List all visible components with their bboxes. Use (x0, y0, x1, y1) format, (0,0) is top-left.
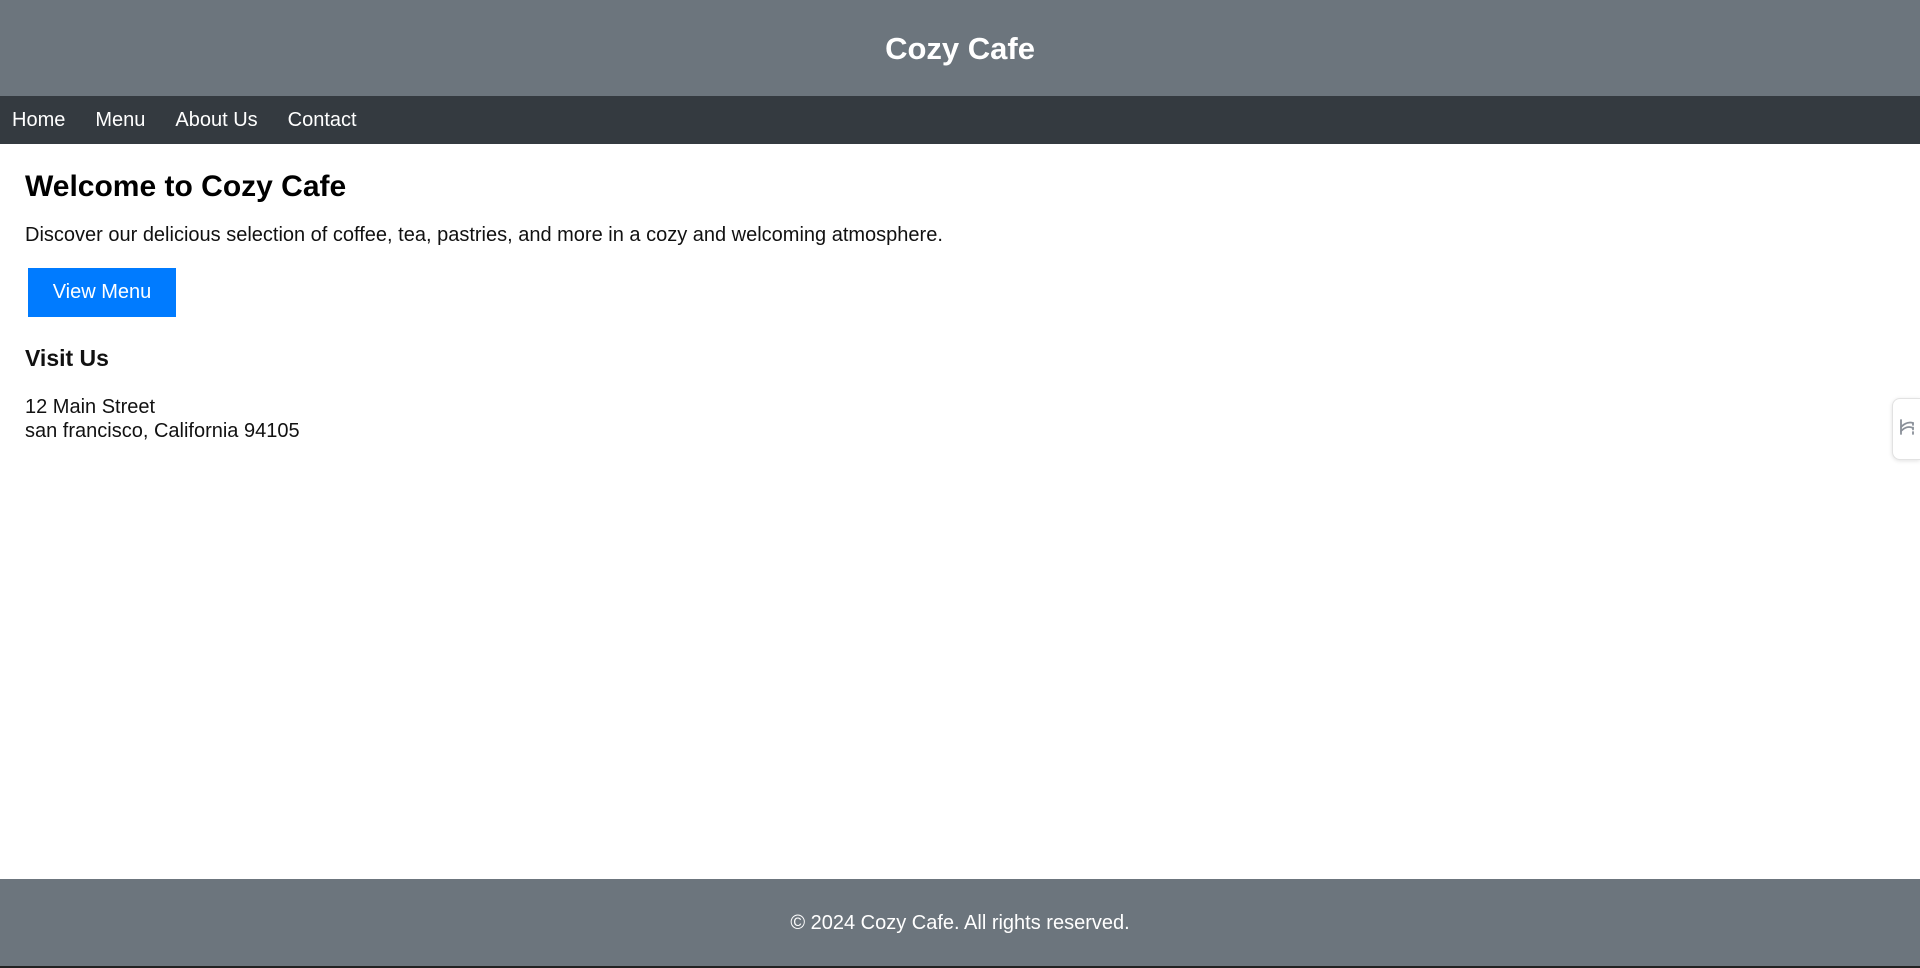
main-content: Welcome to Cozy Cafe Discover our delici… (25, 144, 1875, 443)
address-city: san francisco, California 94105 (25, 419, 300, 442)
nav-link-contact[interactable]: Contact (288, 110, 357, 130)
address: 12 Main Street san francisco, California… (25, 395, 1875, 443)
intro-text: Discover our delicious selection of coff… (25, 224, 943, 246)
main-nav: Home Menu About Us Contact (0, 96, 1920, 144)
nav-link-about-us[interactable]: About Us (175, 110, 257, 130)
copyright-text: © 2024 Cozy Cafe. All rights reserved. (790, 911, 1130, 934)
translate-icon (1898, 416, 1916, 443)
nav-link-menu[interactable]: Menu (95, 110, 145, 130)
address-street: 12 Main Street (25, 395, 156, 418)
visit-us-heading: Visit Us (25, 345, 109, 371)
site-header: Cozy Cafe (0, 0, 1920, 96)
site-title: Cozy Cafe (885, 30, 1035, 66)
nav-link-home[interactable]: Home (12, 110, 65, 130)
welcome-heading: Welcome to Cozy Cafe (25, 170, 347, 203)
view-menu-button[interactable]: View Menu (28, 268, 176, 317)
site-footer: © 2024 Cozy Cafe. All rights reserved. (0, 879, 1920, 966)
side-widget-tab[interactable] (1892, 398, 1920, 460)
page: Cozy Cafe Home Menu About Us Contact Wel… (0, 0, 1920, 968)
